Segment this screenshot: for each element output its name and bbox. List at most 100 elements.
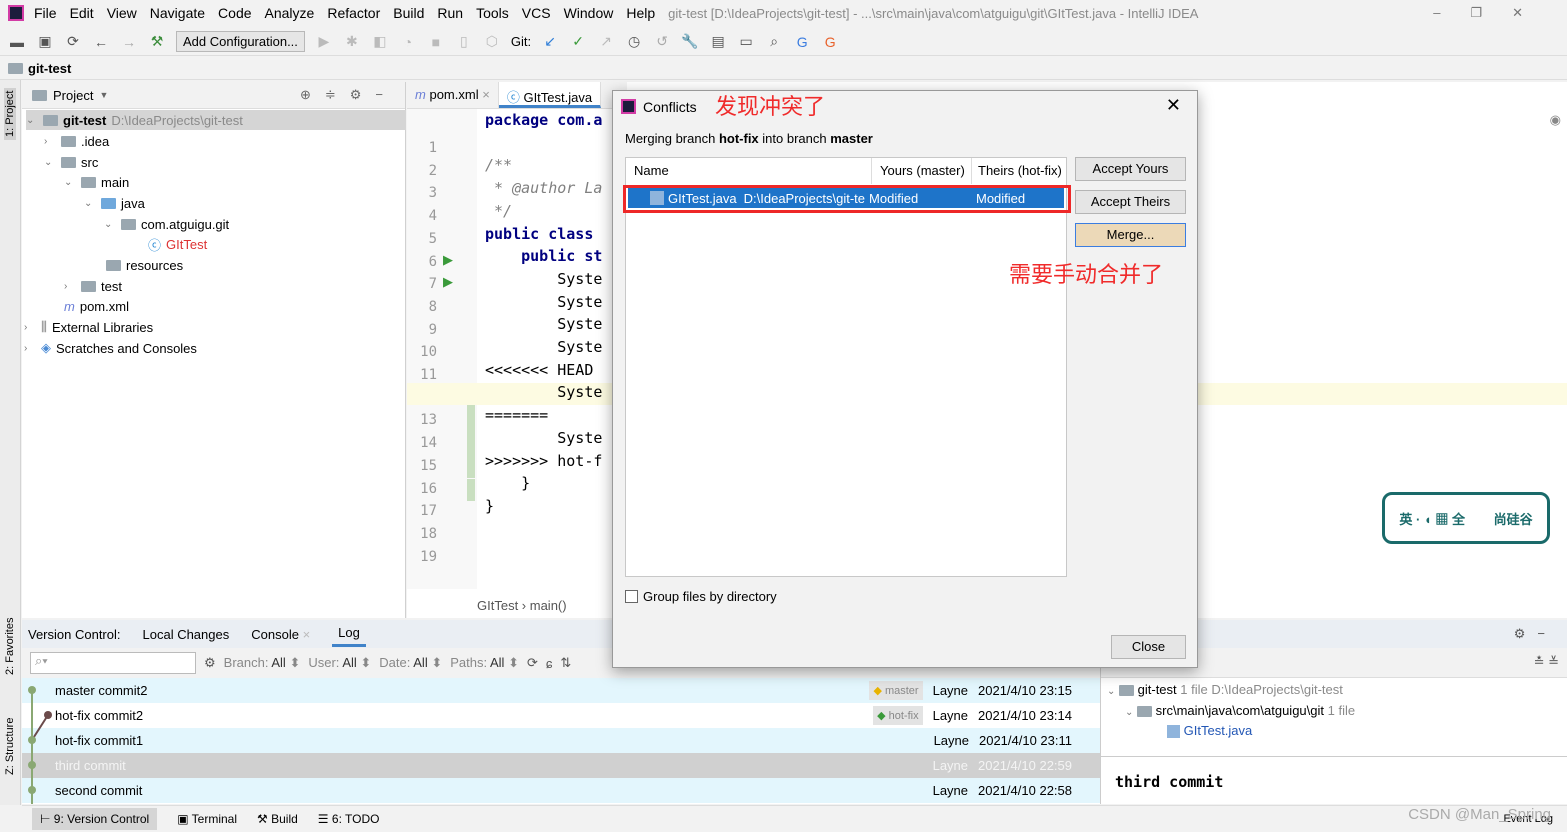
tree-item-idea[interactable]: › .idea <box>44 131 109 151</box>
back-icon[interactable]: ← <box>92 34 110 50</box>
commit-row[interactable]: master commit2 ◆ master Layne 2021/4/10 23:… <box>22 678 1100 703</box>
forward-icon[interactable]: → <box>120 34 138 50</box>
tree-item-git-test[interactable]: ⌄ git-test D:\IdeaProjects\git-test <box>26 110 406 130</box>
build-tool-button[interactable]: ⚒ Build <box>257 812 298 826</box>
search-icon[interactable]: ⌕ <box>765 33 783 50</box>
close-button[interactable]: Close <box>1111 635 1186 659</box>
code-line[interactable]: /** <box>485 156 512 174</box>
tree-item-scratches[interactable]: › ◈ Scratches and Consoles <box>24 338 197 358</box>
history-icon[interactable]: ◷ <box>625 33 643 50</box>
user-filter[interactable]: User: All ⬍ <box>308 655 371 671</box>
commit-row[interactable]: second commit Layne 2021/4/10 22:58 <box>22 778 1100 803</box>
tab-console[interactable]: Console × <box>251 627 310 642</box>
crumb-class[interactable]: GItTest <box>477 598 518 613</box>
code-line[interactable]: Syste <box>485 315 602 333</box>
menu-analyze[interactable]: Analyze <box>265 5 315 21</box>
debug-icon[interactable]: ✱ <box>343 33 361 50</box>
column-name[interactable]: Name <box>626 158 872 184</box>
sync-icon[interactable]: ⟳ <box>64 33 82 50</box>
tree-item-java[interactable]: ⌄ java <box>84 193 145 213</box>
menu-edit[interactable]: Edit <box>70 5 94 21</box>
group-files-checkbox[interactable]: Group files by directory <box>625 589 777 604</box>
column-theirs[interactable]: Theirs (hot-fix) <box>972 158 1068 184</box>
tab-local-changes[interactable]: Local Changes <box>143 627 230 642</box>
project-tool-button[interactable]: 1: Project <box>4 87 16 140</box>
device-icon[interactable]: ▯ <box>455 33 473 50</box>
tab-log[interactable]: Log <box>332 621 366 647</box>
commit-row[interactable]: hot-fix commit2 ◆ hot-fix Layne 2021/4/10 2… <box>22 703 1100 728</box>
project-view-selector[interactable]: Project <box>53 88 93 103</box>
menu-view[interactable]: View <box>107 5 137 21</box>
tree-item-test[interactable]: › test <box>64 276 122 296</box>
code-line[interactable]: package com.a <box>485 111 602 129</box>
terminal-tool-button[interactable]: ▣ Terminal <box>177 812 237 826</box>
translate-icon[interactable]: G <box>793 34 811 50</box>
cherry-pick-icon[interactable]: ɕ <box>546 656 553 671</box>
code-line[interactable]: */ <box>485 202 512 220</box>
favorites-tool-button[interactable]: 2: Favorites <box>4 618 16 675</box>
dialog-close-icon[interactable]: ✕ <box>1166 95 1181 116</box>
changed-tree-root[interactable]: ⌄ git-test 1 file D:\IdeaProjects\git-te… <box>1107 682 1343 697</box>
menu-window[interactable]: Window <box>564 5 614 21</box>
menu-run[interactable]: Run <box>437 5 463 21</box>
menu-refactor[interactable]: Refactor <box>327 5 380 21</box>
version-control-tool-button[interactable]: ⊢ 9: Version Control <box>32 808 158 830</box>
code-line[interactable]: Syste <box>485 383 602 401</box>
run-icon[interactable]: ▶ <box>315 33 333 50</box>
breadcrumb-project[interactable]: git-test <box>28 61 71 76</box>
accept-theirs-button[interactable]: Accept Theirs <box>1075 190 1186 214</box>
log-settings-icon[interactable]: ⚙ <box>204 655 216 671</box>
stop-icon[interactable]: ■ <box>427 34 445 50</box>
commit-row[interactable]: hot-fix commit1 Layne 2021/4/10 23:11 <box>22 728 1100 753</box>
tree-item-external-libraries[interactable]: › ⫼ External Libraries <box>24 317 153 337</box>
save-icon[interactable]: ▣ <box>36 33 54 50</box>
add-configuration-button[interactable]: Add Configuration... <box>176 31 305 52</box>
rollback-icon[interactable]: ↺ <box>653 33 671 50</box>
reader-mode-eye-icon[interactable]: ◉ <box>1550 112 1561 128</box>
code-line[interactable]: public class <box>485 225 593 243</box>
menu-build[interactable]: Build <box>393 5 424 21</box>
code-line[interactable]: public st <box>485 247 602 265</box>
build-hammer-icon[interactable]: ⚒ <box>148 33 166 50</box>
changed-tree-dir[interactable]: ⌄ src\main\java\com\atguigu\git 1 file <box>1125 703 1355 718</box>
date-filter[interactable]: Date: All ⬍ <box>379 655 442 671</box>
translate-alt-icon[interactable]: G <box>821 34 839 50</box>
sdk-icon[interactable]: ⬡ <box>483 33 501 50</box>
project-structure-icon[interactable]: ▤ <box>709 33 727 50</box>
coverage-icon[interactable]: ◧ <box>371 33 389 50</box>
code-line[interactable]: Syste <box>485 293 602 311</box>
git-update-icon[interactable]: ↙ <box>541 33 559 50</box>
open-folder-icon[interactable]: ▬ <box>8 34 26 50</box>
code-line[interactable]: Syste <box>485 338 602 356</box>
todo-tool-button[interactable]: ☰ 6: TODO <box>318 812 380 826</box>
structure-tool-button[interactable]: Z: Structure <box>4 718 16 775</box>
tree-item-package[interactable]: ⌄ com.atguigu.git <box>104 214 229 234</box>
tab-gittest-java[interactable]: ⓒ GItTest.java <box>498 82 602 108</box>
refresh-icon[interactable]: ⟳ <box>527 655 538 671</box>
settings-wrench-icon[interactable]: 🔧 <box>681 33 699 50</box>
merge-button[interactable]: Merge... <box>1075 223 1186 247</box>
paths-filter[interactable]: Paths: All ⬍ <box>450 655 519 671</box>
menu-file[interactable]: File <box>34 5 57 21</box>
code-line[interactable]: Syste <box>485 429 602 447</box>
tab-pom-xml[interactable]: m pom.xml × <box>407 82 499 108</box>
code-line[interactable]: <<<<<<< HEAD <box>485 361 593 379</box>
code-line[interactable]: } <box>485 474 530 492</box>
tree-item-main[interactable]: ⌄ main <box>64 172 129 192</box>
profile-icon[interactable]: ◔ <box>399 34 417 50</box>
tree-item-resources[interactable]: resources <box>106 255 183 275</box>
menu-tools[interactable]: Tools <box>476 5 509 21</box>
sort-icon[interactable]: ⇅ <box>560 655 571 671</box>
code-line[interactable]: ======= <box>485 406 548 424</box>
git-commit-icon[interactable]: ✓ <box>569 33 587 50</box>
panel-actions-icons[interactable]: ⊕≑⚙− <box>300 87 397 103</box>
branch-filter[interactable]: Branch: All ⬍ <box>224 655 301 671</box>
run-gutter-icon[interactable]: ▶ <box>443 252 453 268</box>
code-line[interactable]: Syste <box>485 270 602 288</box>
tree-item-src[interactable]: ⌄ src <box>44 152 98 172</box>
tree-item-pom[interactable]: m pom.xml <box>64 296 129 316</box>
menu-vcs[interactable]: VCS <box>522 5 551 21</box>
menu-navigate[interactable]: Navigate <box>150 5 205 21</box>
git-push-icon[interactable]: ↗ <box>597 33 615 50</box>
code-line[interactable]: >>>>>>> hot-f <box>485 452 602 470</box>
